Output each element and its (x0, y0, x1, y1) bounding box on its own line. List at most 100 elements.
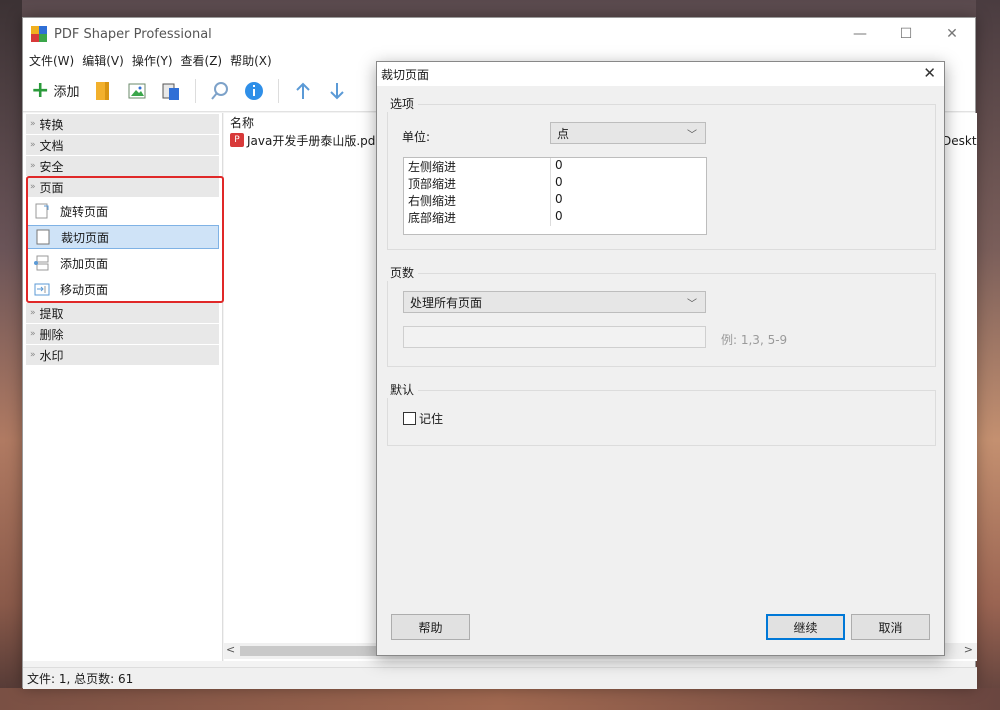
pages-group: 页数 处理所有页面 ﹀ 例: 1,3, 5-9 (386, 264, 936, 367)
plus-icon: + (31, 77, 50, 103)
image-icon (128, 83, 146, 98)
folder-icon (96, 81, 110, 100)
scroll-left-icon[interactable]: < (226, 643, 235, 656)
add-page-icon (34, 255, 49, 271)
continue-button[interactable]: 继续 (766, 614, 845, 640)
info-button[interactable] (244, 76, 264, 106)
close-button[interactable]: ✕ (929, 18, 975, 50)
category-watermark[interactable]: » 水印 (26, 345, 219, 365)
category-document[interactable]: » 文档 (26, 135, 219, 155)
default-group: 默认 记住 (386, 381, 936, 446)
sidebar-item-add-pages[interactable]: 添加页面 (26, 251, 219, 275)
margin-row-right[interactable]: 右侧缩进 0 (404, 192, 706, 209)
dialog-title-bar: 裁切页面 ✕ (377, 62, 944, 86)
unit-label: 单位: (402, 130, 431, 144)
crop-page-icon (36, 229, 50, 245)
remember-label: 记住 (419, 412, 444, 426)
sidebar-item-label: 移动页面 (60, 282, 109, 297)
chevron-right-icon: » (30, 329, 36, 339)
add-button[interactable]: + 添加 (31, 76, 79, 106)
category-label: 页面 (39, 180, 64, 195)
file-name: Java开发手册泰山版.pd (247, 133, 376, 148)
file-path-fragment: Deskt (942, 134, 977, 148)
window-title: PDF Shaper Professional (54, 26, 212, 42)
menu-file[interactable]: 文件(W) (29, 52, 74, 69)
move-up-button[interactable] (293, 76, 313, 106)
menu-edit[interactable]: 编辑(V) (82, 52, 124, 69)
margin-row-top[interactable]: 顶部缩进 0 (404, 175, 706, 192)
chevron-right-icon: » (30, 119, 36, 129)
toolbar-separator (195, 78, 197, 103)
help-button[interactable]: 帮助 (391, 614, 470, 640)
unit-value: 点 (557, 126, 570, 141)
add-image-button[interactable] (127, 76, 147, 106)
pages-range-select[interactable]: 处理所有页面 ﹀ (403, 291, 706, 313)
menu-view[interactable]: 查看(Z) (181, 52, 223, 69)
dialog-title: 裁切页面 (381, 67, 430, 82)
toolbar-separator (278, 78, 280, 103)
crop-pages-dialog: 裁切页面 ✕ 选项 单位: 点 ﹀ 左侧缩进 0 顶部缩进 0 右侧缩进 0 底部缩进… (376, 61, 945, 656)
task-sidebar: » 转换 » 文档 » 安全 » 页面 旋转页面 裁切页面 添加页面 移动页面 » 提取 … (23, 113, 224, 661)
page-range-hint: 例: 1,3, 5-9 (721, 333, 788, 347)
clipboard-icon (162, 83, 180, 100)
paste-button[interactable] (161, 76, 181, 106)
chevron-right-icon: » (30, 161, 36, 171)
cancel-button[interactable]: 取消 (851, 614, 930, 640)
sidebar-item-crop-pages[interactable]: 裁切页面 (26, 225, 219, 249)
category-label: 安全 (39, 159, 64, 174)
app-logo-icon (31, 26, 47, 42)
checkbox-box[interactable] (403, 412, 416, 425)
menu-help[interactable]: 帮助(X) (230, 52, 272, 69)
category-extract[interactable]: » 提取 (26, 303, 219, 323)
arrow-up-icon (296, 82, 311, 99)
sidebar-item-move-pages[interactable]: 移动页面 (26, 277, 219, 301)
category-delete[interactable]: » 删除 (26, 324, 219, 344)
desktop-background-right (976, 0, 1000, 710)
margins-property-grid: 左侧缩进 0 顶部缩进 0 右侧缩进 0 底部缩进 0 (403, 157, 707, 235)
info-icon (245, 81, 264, 100)
category-label: 转换 (39, 117, 64, 132)
menu-action[interactable]: 操作(Y) (132, 52, 173, 69)
arrow-down-icon (330, 82, 345, 99)
search-button[interactable] (210, 76, 230, 106)
margin-row-bottom[interactable]: 底部缩进 0 (404, 209, 706, 226)
scroll-right-icon[interactable]: > (964, 643, 973, 656)
chevron-right-icon: » (30, 308, 36, 318)
sidebar-item-label: 旋转页面 (60, 204, 109, 219)
default-group-label: 默认 (386, 381, 419, 398)
add-button-label: 添加 (53, 85, 80, 100)
category-label: 提取 (39, 306, 64, 321)
category-label: 文档 (39, 138, 64, 153)
minimize-button[interactable]: — (837, 18, 883, 50)
chevron-down-icon: » (30, 182, 36, 192)
category-pages[interactable]: » 页面 (26, 177, 219, 197)
category-convert[interactable]: » 转换 (26, 114, 219, 134)
chevron-right-icon: » (30, 140, 36, 150)
add-folder-button[interactable] (93, 76, 113, 106)
move-down-button[interactable] (327, 76, 347, 106)
sidebar-item-label: 添加页面 (60, 256, 109, 271)
chevron-down-icon: ﹀ (687, 130, 697, 141)
title-bar: PDF Shaper Professional — ☐ ✕ (23, 18, 975, 50)
remember-checkbox[interactable]: 记住 (403, 410, 443, 427)
page-range-input[interactable] (403, 326, 706, 348)
status-bar: 文件: 1, 总页数: 61 (23, 667, 977, 689)
dialog-close-icon[interactable]: ✕ (923, 64, 936, 82)
unit-select[interactable]: 点 ﹀ (550, 122, 706, 144)
category-label: 删除 (39, 327, 64, 342)
category-label: 水印 (39, 348, 64, 363)
desktop-background-bottom (0, 688, 1000, 710)
chevron-down-icon: ﹀ (687, 299, 697, 310)
pages-range-value: 处理所有页面 (410, 295, 483, 310)
category-security[interactable]: » 安全 (26, 156, 219, 176)
sidebar-item-label: 裁切页面 (61, 230, 110, 245)
sidebar-item-rotate-pages[interactable]: 旋转页面 (26, 199, 219, 223)
rotate-page-icon (35, 203, 49, 219)
margin-row-left[interactable]: 左侧缩进 0 (404, 158, 706, 175)
options-group: 选项 单位: 点 ﹀ 左侧缩进 0 顶部缩进 0 右侧缩进 0 底部缩进 0 (386, 95, 936, 250)
desktop-background-left (0, 0, 22, 710)
chevron-right-icon: » (30, 350, 36, 360)
status-text: 文件: 1, 总页数: 61 (27, 672, 134, 686)
move-page-icon (34, 283, 50, 296)
maximize-button[interactable]: ☐ (883, 18, 929, 50)
